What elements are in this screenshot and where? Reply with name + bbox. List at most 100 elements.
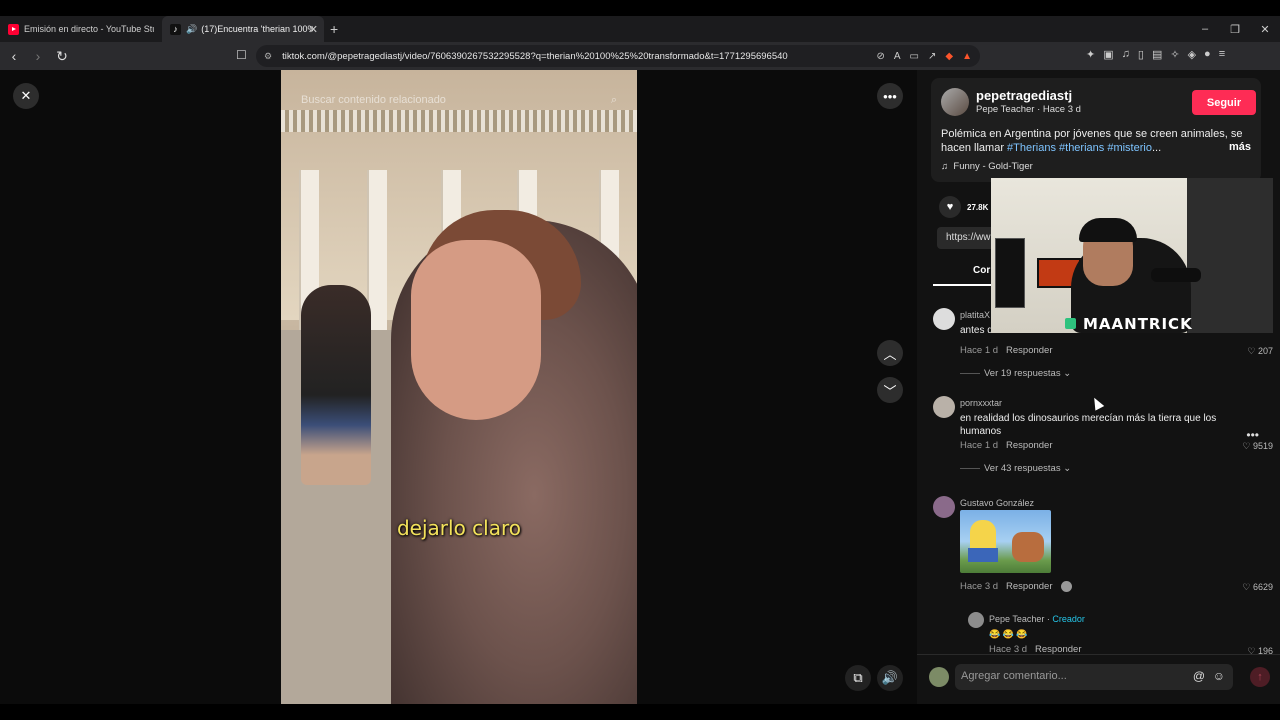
more-link[interactable]: más — [1229, 141, 1251, 153]
streamer-name: MAANTRICK — [1083, 315, 1193, 333]
comment-avatar[interactable] — [933, 396, 955, 418]
comment-time: Hace 1 d — [960, 345, 999, 356]
comment-avatar[interactable] — [933, 496, 955, 518]
more-options-icon[interactable]: ••• — [877, 83, 903, 109]
chevron-down-icon: ⌄ — [1063, 368, 1072, 379]
comment-more-icon[interactable]: ••• — [1246, 428, 1259, 442]
previous-video-icon[interactable]: ︿ — [877, 340, 903, 366]
tab-label: (17)Encuentra 'therian 100% t — [201, 24, 314, 34]
post-description: Polémica en Argentina por jóvenes que se… — [941, 127, 1261, 155]
related-search[interactable]: Buscar contenido relacionado ⌕ — [301, 90, 617, 110]
send-comment-button[interactable]: ↑ — [1250, 667, 1270, 687]
comment-item: pornxxxtar en realidad los dinosaurios m… — [933, 396, 1273, 476]
tab-tiktok[interactable]: ♪ 🔊 (17)Encuentra 'therian 100% t ✕ — [162, 16, 324, 42]
comment-time: Hace 1 d — [960, 440, 999, 451]
window-controls: – ❐ ✕ — [1190, 16, 1280, 42]
brave-shield-icon[interactable]: ◆ — [945, 51, 953, 62]
hashtags[interactable]: #Therians #therians #misterio — [1007, 142, 1152, 154]
video-player[interactable]: Buscar contenido relacionado ⌕ dejarlo c… — [281, 70, 637, 704]
vpn-icon[interactable]: ◈ — [1188, 48, 1196, 61]
comment-input[interactable]: Agregar comentario... @ ☺ — [955, 664, 1233, 690]
comment-meta: Hace 1 d Responder — [960, 440, 1053, 451]
address-bar: ‹ › ↻ ☐ ⚙ tiktok.com/@pepetragediastj/vi… — [0, 42, 1280, 70]
reply-button[interactable]: Responder — [1006, 440, 1052, 451]
close-window-icon[interactable]: ✕ — [1250, 23, 1280, 36]
volume-icon[interactable]: 🔊 — [877, 665, 903, 691]
comment-like[interactable]: ♡ 196 — [1247, 646, 1273, 654]
pip-icon[interactable]: ⧉ — [845, 665, 871, 691]
next-video-icon[interactable]: ﹀ — [877, 377, 903, 403]
heart-icon[interactable]: ♥ — [939, 196, 961, 218]
comment-avatar[interactable] — [933, 308, 955, 330]
replies-line — [960, 372, 980, 374]
comment-like-count: 6629 — [1252, 582, 1273, 592]
webcam-pc-tower — [995, 238, 1025, 308]
translate-icon[interactable]: A — [894, 51, 901, 62]
cast-icon[interactable]: ▭ — [910, 51, 919, 62]
extensions-icon[interactable]: ✦ — [1086, 48, 1095, 61]
tiktok-icon: ♪ — [170, 23, 181, 35]
comment-avatar[interactable] — [968, 612, 984, 628]
view-replies[interactable]: Ver 43 respuestas ⌄ — [960, 463, 1071, 474]
comment-like[interactable]: ♡ 6629 — [1242, 582, 1273, 593]
site-info-icon[interactable]: ⚙ — [264, 51, 272, 62]
reply-button[interactable]: Responder — [1035, 644, 1081, 654]
comment-like[interactable]: ♡ 207 — [1247, 346, 1273, 357]
url-field[interactable]: ⚙ tiktok.com/@pepetragediastj/video/7606… — [256, 45, 980, 67]
music-track[interactable]: ♫ Funny - Gold-Tiger — [941, 161, 1033, 172]
reply-button[interactable]: Responder — [1006, 581, 1052, 592]
comment-gif[interactable] — [960, 510, 1051, 573]
tab-comments[interactable]: Cor — [973, 265, 990, 276]
comment-meta: Hace 3 d Responder — [989, 644, 1082, 654]
comment-username[interactable]: pornxxxtar — [960, 398, 1002, 408]
video-girl-figure — [301, 285, 371, 485]
music-icon[interactable]: ♫ — [1122, 48, 1130, 61]
comment-username[interactable]: Gustavo González — [960, 498, 1034, 508]
reply-username: Pepe Teacher — [989, 614, 1045, 624]
sidebar-icon[interactable]: ▯ — [1138, 48, 1144, 61]
youtube-icon — [8, 23, 19, 35]
follow-button[interactable]: Seguir — [1192, 90, 1256, 115]
forward-icon[interactable]: › — [28, 48, 48, 64]
back-icon[interactable]: ‹ — [4, 48, 24, 64]
reload-icon[interactable]: ↻ — [52, 48, 72, 65]
brave-rewards-icon[interactable]: ▲ — [962, 51, 972, 62]
tab-label: Emisión en directo - YouTube Studio — [24, 24, 154, 34]
restore-icon[interactable]: ❐ — [1220, 23, 1250, 36]
video-stage: ✕ Buscar contenido relacionado ⌕ dejarlo… — [0, 70, 917, 704]
streamer-logo-icon — [1065, 318, 1076, 329]
search-icon[interactable]: ⌕ — [611, 94, 617, 107]
author-username[interactable]: pepetragediastj — [976, 88, 1072, 103]
ai-icon[interactable]: ✧ — [1170, 48, 1179, 61]
menu-icon[interactable]: ≡ — [1219, 48, 1225, 61]
copy-link-field[interactable]: https://ww — [937, 227, 997, 249]
video-balcony — [281, 110, 637, 132]
share-icon[interactable]: ↗ — [928, 51, 936, 62]
new-tab-button[interactable]: + — [330, 21, 338, 37]
mention-icon[interactable]: @ — [1193, 669, 1205, 683]
comment-item: Gustavo González Hace 3 d Responder ♡ 662… — [933, 496, 1273, 606]
emoji-icon[interactable]: ☺ — [1213, 669, 1225, 683]
screenshot-icon[interactable]: ▣ — [1103, 48, 1113, 61]
close-video-icon[interactable]: ✕ — [13, 83, 39, 109]
comment-like[interactable]: ♡ 9519 — [1242, 441, 1273, 452]
wallet-icon[interactable]: ▤ — [1152, 48, 1162, 61]
comment-username[interactable]: Pepe Teacher · Creador — [989, 614, 1085, 624]
reply-button[interactable]: Responder — [1006, 345, 1052, 356]
speaker-icon[interactable]: 🔊 — [186, 24, 197, 35]
bookmark-icon[interactable]: ☐ — [236, 48, 247, 62]
comment-username[interactable]: platitaX — [960, 310, 990, 320]
comment-composer: Agregar comentario... @ ☺ ↑ — [917, 654, 1280, 704]
minimize-icon[interactable]: – — [1190, 23, 1220, 35]
like-count: 27.8K — [967, 202, 989, 212]
profile-icon[interactable]: ● — [1204, 48, 1211, 61]
author-avatar[interactable] — [941, 88, 969, 116]
related-search-placeholder: Buscar contenido relacionado — [301, 94, 446, 106]
tab-youtube-studio[interactable]: Emisión en directo - YouTube Studio — [0, 16, 162, 42]
close-tab-icon[interactable]: ✕ — [309, 23, 318, 36]
no-tracking-icon[interactable]: ⊘ — [876, 51, 884, 62]
video-pillar — [367, 170, 387, 330]
view-replies[interactable]: Ver 19 respuestas ⌄ — [960, 368, 1071, 379]
webcam-microphone — [1151, 268, 1201, 282]
author-meta: Pepe Teacher · Hace 3 d — [976, 104, 1081, 115]
